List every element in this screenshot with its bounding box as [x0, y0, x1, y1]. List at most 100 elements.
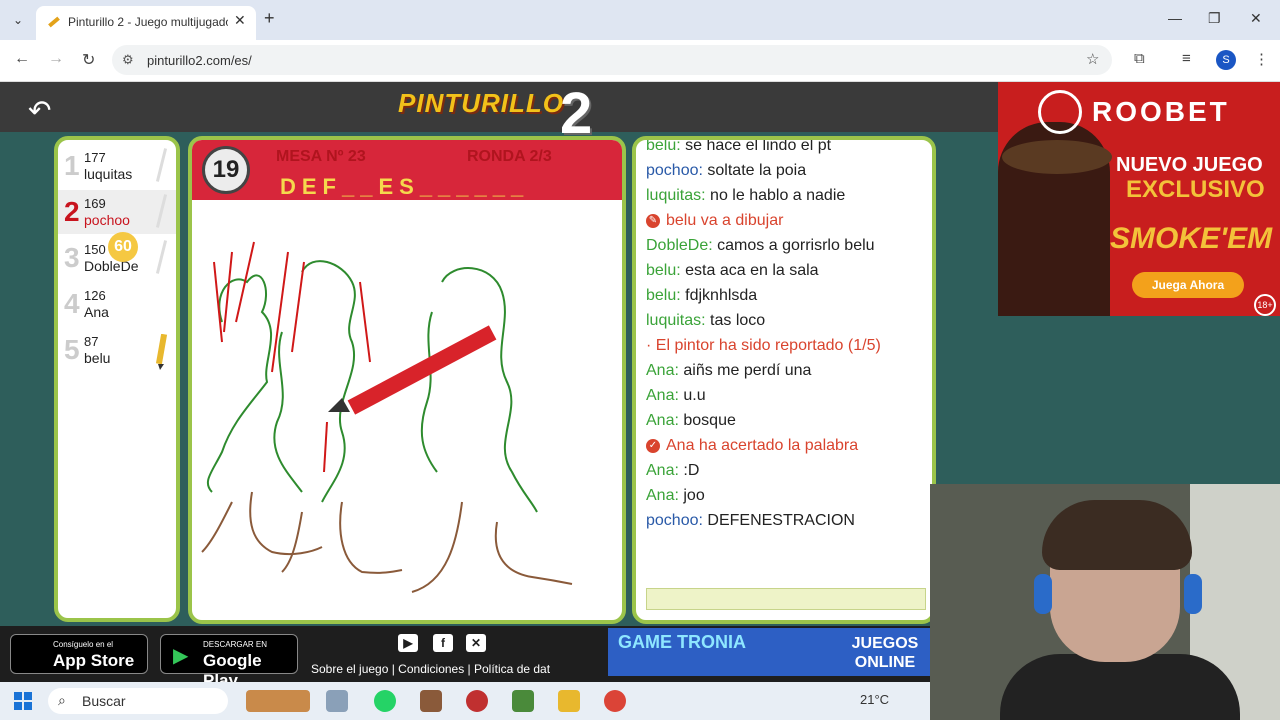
- chat-nick: Ana:: [646, 462, 679, 479]
- profile-avatar[interactable]: S: [1216, 50, 1236, 70]
- drawing-canvas[interactable]: [192, 202, 622, 620]
- gametronia-banner[interactable]: GAME TRONIA JUEGOS ONLINE: [608, 628, 930, 676]
- age-badge: 18+: [1254, 294, 1276, 316]
- pencil-drawing-icon: [155, 334, 168, 370]
- timer-badge: 60: [108, 232, 138, 262]
- table-label: MESA Nº 23: [276, 148, 366, 165]
- score-divider: [155, 148, 168, 182]
- chat-text: DEFENESTRACION: [707, 512, 855, 529]
- roobet-logo-icon: [1038, 90, 1082, 134]
- chat-message: belu: fdjknhlsda: [646, 286, 932, 305]
- close-icon[interactable]: ✕: [234, 12, 246, 29]
- app-icon[interactable]: [420, 690, 442, 712]
- search-placeholder: Buscar: [82, 693, 126, 709]
- drawing-turn-icon: ✎: [646, 213, 660, 228]
- extensions-icon[interactable]: ⧉: [1134, 50, 1145, 67]
- new-tab-icon[interactable]: +: [264, 8, 275, 29]
- chat-text: · El pintor ha sido reportado (1/5): [646, 337, 881, 354]
- back-icon[interactable]: ←: [14, 50, 30, 68]
- headphones-icon: [1034, 574, 1052, 614]
- chat-text: belu va a dibujar: [666, 212, 784, 229]
- chat-nick: Ana:: [646, 387, 679, 404]
- game-logo: PINTURILLO: [398, 88, 564, 118]
- webcam-person-hair: [1042, 500, 1192, 570]
- restore-icon[interactable]: ❐: [1208, 10, 1221, 27]
- search-icon: ⌕: [58, 692, 66, 708]
- chat-nick: DobleDe:: [646, 237, 713, 254]
- chat-message: Ana: u.u: [646, 386, 932, 405]
- minecraft-icon[interactable]: [512, 690, 534, 712]
- tab-title: Pinturillo 2 - Juego multijugador: [68, 15, 228, 29]
- url-text: pinturillo2.com/es/: [147, 53, 252, 68]
- taskbar: ⌕ Buscar 21°C: [0, 682, 930, 720]
- footer-links[interactable]: Sobre el juego | Condiciones | Política …: [311, 662, 573, 676]
- chat-message: belu: se hace el lindo el pt: [646, 137, 932, 155]
- ad-subheadline: EXCLUSIVO: [1126, 176, 1265, 203]
- chrome-icon[interactable]: [604, 690, 626, 712]
- score-points: 177: [84, 150, 106, 165]
- score-name: belu: [84, 350, 111, 366]
- score-rank: 5: [64, 334, 80, 365]
- correct-guess-icon: ✓: [646, 438, 660, 453]
- ad-cta-button[interactable]: Juega Ahora: [1132, 272, 1244, 298]
- round-counter: 19: [202, 146, 250, 194]
- reload-icon[interactable]: ↻: [82, 50, 95, 70]
- chat-nick: luquitas:: [646, 312, 706, 329]
- chat-text: no le hablo a nadie: [710, 187, 846, 204]
- score-points: 87: [84, 334, 99, 349]
- chat-text: soltate la poia: [707, 162, 807, 179]
- media-icon[interactable]: ≡: [1182, 50, 1191, 67]
- task-view-icon[interactable]: [326, 690, 348, 712]
- app-icon[interactable]: [558, 690, 580, 712]
- score-row: 4 126 Ana: [58, 282, 176, 326]
- taskbar-search[interactable]: ⌕ Buscar: [48, 688, 228, 714]
- chat-message: Ana: :D: [646, 461, 932, 480]
- whatsapp-icon[interactable]: [374, 690, 396, 712]
- ad-brand: ROOBET: [1092, 96, 1230, 127]
- chat-nick: Ana:: [646, 362, 679, 379]
- chat-nick: pochoo:: [646, 512, 703, 529]
- chat-nick: Ana:: [646, 487, 679, 504]
- ad-banner[interactable]: ROOBET NUEVO JUEGO EXCLUSIVO SMOKE'EM Ju…: [998, 82, 1280, 316]
- window-close-icon[interactable]: ✕: [1250, 10, 1262, 27]
- site-info-icon[interactable]: ⚙: [122, 52, 134, 68]
- score-name: DobleDe: [84, 258, 139, 274]
- browser-tab[interactable]: Pinturillo 2 - Juego multijugador ✕: [36, 6, 256, 40]
- chat-message: pochoo: DEFENESTRACION: [646, 511, 932, 530]
- pencil-favicon-icon: [48, 16, 60, 28]
- score-rank: 4: [64, 288, 80, 319]
- pencil-cursor-icon: [328, 325, 497, 415]
- ad-game-title: SMOKE'EM: [1110, 222, 1273, 255]
- webcam-overlay: [930, 484, 1280, 720]
- x-twitter-icon[interactable]: ✕: [466, 634, 486, 652]
- more-menu-icon[interactable]: ⋮: [1254, 50, 1269, 68]
- forward-icon[interactable]: →: [48, 50, 64, 68]
- bookmark-star-icon[interactable]: ☆: [1086, 50, 1099, 68]
- chat-text: tas loco: [710, 312, 766, 329]
- score-name: luquitas: [84, 166, 133, 182]
- chat-message: luquitas: no le hablo a nadie: [646, 186, 932, 205]
- address-bar[interactable]: ⚙ pinturillo2.com/es/: [112, 45, 1112, 75]
- chat-text: bosque: [683, 412, 736, 429]
- chat-text: aiñs me perdí una: [683, 362, 812, 379]
- youtube-icon[interactable]: ▶: [398, 634, 418, 652]
- chat-system-message: ✎ belu va a dibujar: [646, 211, 932, 230]
- app-store-button[interactable]: Consíguelo en el App Store: [10, 634, 148, 674]
- chat-message: Ana: joo: [646, 486, 932, 505]
- app-icon[interactable]: [466, 690, 488, 712]
- tab-search-icon[interactable]: ⌄: [8, 10, 28, 30]
- game-header: ↶ PINTURILLO 2: [0, 81, 998, 146]
- score-row: 2 169 pochoo: [58, 190, 176, 234]
- chat-input[interactable]: [646, 588, 926, 610]
- taskbar-widget-icon[interactable]: [246, 690, 310, 712]
- windows-start-icon[interactable]: [14, 692, 32, 710]
- back-arrow-icon[interactable]: ↶: [28, 94, 51, 127]
- app-store-small: Consíguelo en el: [53, 640, 114, 649]
- facebook-icon[interactable]: f: [433, 634, 453, 652]
- google-play-button[interactable]: ▶ DESCARGAR EN Google Play: [160, 634, 298, 690]
- weather-widget[interactable]: 21°C: [860, 692, 889, 707]
- browser-toolbar: ← → ↻ ⚙ pinturillo2.com/es/ ☆ ⧉ ≡ S ⋮: [0, 40, 1280, 82]
- ad-hat-image: [1002, 140, 1112, 174]
- chat-nick: belu:: [646, 137, 681, 154]
- minimize-icon[interactable]: —: [1168, 10, 1182, 26]
